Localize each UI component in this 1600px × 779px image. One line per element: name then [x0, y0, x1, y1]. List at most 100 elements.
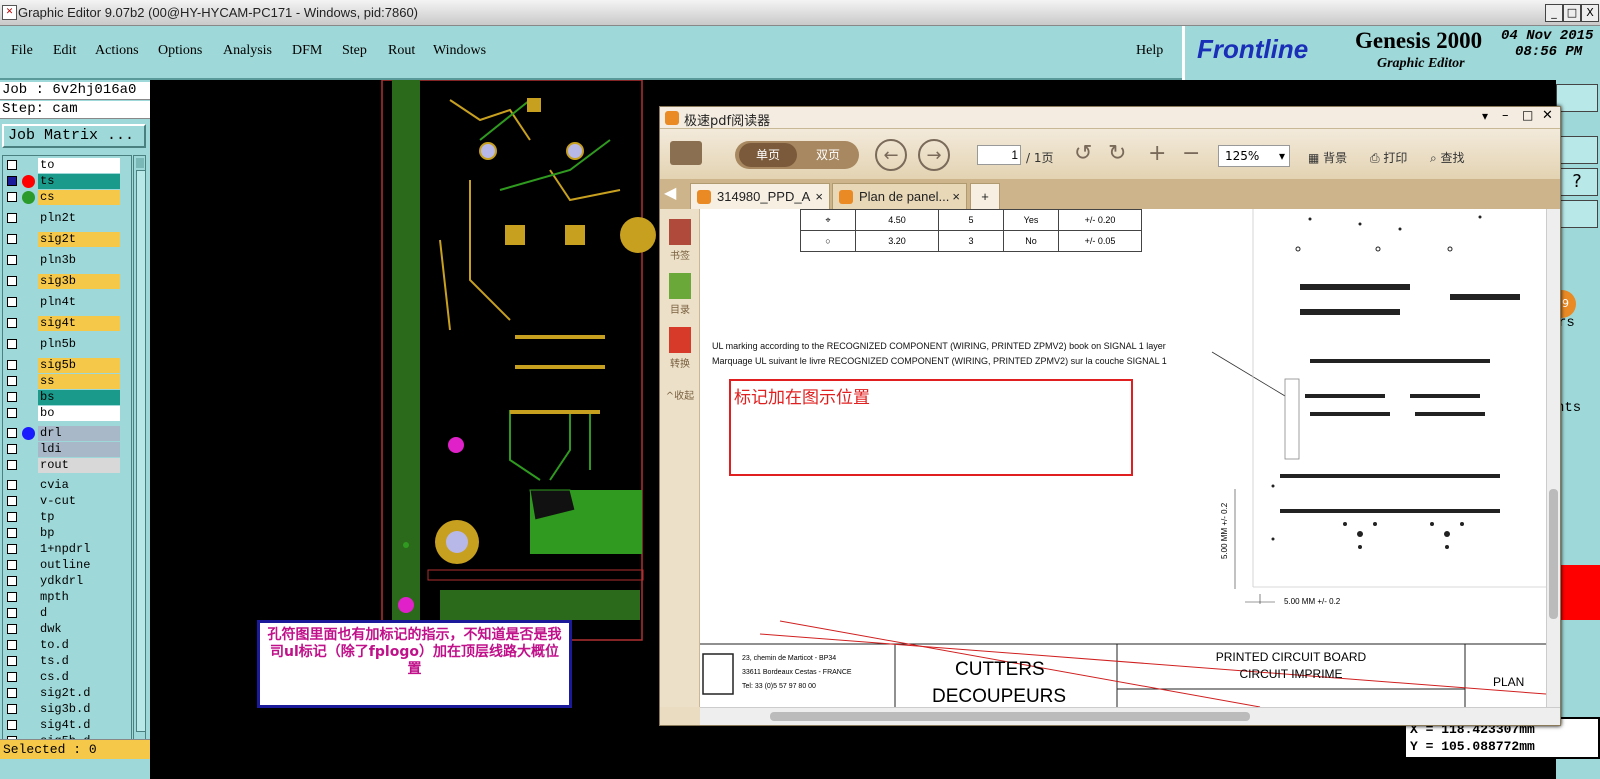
layer-name[interactable]: mpth [38, 590, 120, 605]
layer-row-ydkdrl[interactable]: ydkdrl [3, 574, 131, 589]
layer-row-drl[interactable]: drl [3, 426, 131, 441]
minimize-button[interactable]: _ [1545, 4, 1563, 22]
layer-row-rout[interactable]: rout [3, 458, 131, 473]
zoom-select[interactable]: 125% ▾ [1218, 145, 1290, 167]
layer-name[interactable]: pln4t [38, 295, 120, 310]
layer-name[interactable]: pln5b [38, 337, 120, 352]
layer-row-1-npdrl[interactable]: 1+npdrl [3, 542, 131, 557]
layer-row-sig4t[interactable]: sig4t [3, 316, 131, 331]
layer-checkbox[interactable] [7, 444, 17, 454]
menu-rout[interactable]: Rout [388, 43, 415, 59]
layer-checkbox[interactable] [7, 496, 17, 506]
pdf-horizontal-scrollbar[interactable] [700, 707, 1560, 725]
layer-row-to[interactable]: to [3, 158, 131, 173]
pdf-hscroll-thumb[interactable] [770, 712, 1250, 721]
menu-dfm[interactable]: DFM [292, 43, 322, 59]
layer-name[interactable]: sig3b.d [38, 702, 120, 717]
find-button[interactable]: ⌕ 查找 [1430, 149, 1465, 166]
layer-row-sig4t-d[interactable]: sig4t.d [3, 718, 131, 733]
menu-file[interactable]: File [11, 43, 33, 59]
zoom-in-icon[interactable]: + [1148, 141, 1166, 166]
layer-row-sig3b[interactable]: sig3b [3, 274, 131, 289]
layer-row-dwk[interactable]: dwk [3, 622, 131, 637]
pdf-vertical-scrollbar[interactable] [1546, 209, 1560, 707]
layer-row-pln4t[interactable]: pln4t [3, 295, 131, 310]
layer-name[interactable]: cs [38, 190, 120, 205]
layer-checkbox[interactable] [7, 720, 17, 730]
layer-checkbox[interactable] [7, 318, 17, 328]
pdf-minimize-icon[interactable]: – [1502, 108, 1509, 123]
pdf-close-icon[interactable]: ✕ [1542, 108, 1553, 123]
layer-name[interactable]: bs [38, 390, 120, 405]
layer-checkbox[interactable] [7, 276, 17, 286]
layer-name[interactable]: bp [38, 526, 120, 541]
layer-row-sig5b[interactable]: sig5b [3, 358, 131, 373]
layer-checkbox[interactable] [7, 360, 17, 370]
layer-checkbox[interactable] [7, 428, 17, 438]
layer-row-cs-d[interactable]: cs.d [3, 670, 131, 685]
tab-plan-de-panel[interactable]: Plan de panel... × [832, 183, 967, 209]
layer-name[interactable]: ss [38, 374, 120, 389]
layer-name[interactable]: sig2t.d [38, 686, 120, 701]
rotate-left-icon[interactable]: ↺ [1074, 141, 1092, 166]
pdf-menu-icon[interactable]: ▾ [1482, 109, 1488, 123]
layer-checkbox[interactable] [7, 640, 17, 650]
layer-checkbox[interactable] [7, 672, 17, 682]
layer-name[interactable]: to.d [38, 638, 120, 653]
layer-checkbox[interactable] [7, 592, 17, 602]
zoom-out-icon[interactable]: − [1182, 141, 1200, 166]
layer-name[interactable]: sig3b [38, 274, 120, 289]
open-folder-icon[interactable] [670, 141, 702, 165]
toolbar-button-1[interactable] [1556, 136, 1598, 164]
layer-name[interactable]: sig4t [38, 316, 120, 331]
close-button[interactable]: X [1581, 4, 1599, 22]
layer-checkbox[interactable] [7, 213, 17, 223]
layer-checkbox[interactable] [7, 528, 17, 538]
layer-row-ldi[interactable]: ldi [3, 442, 131, 457]
layer-checkbox[interactable] [7, 608, 17, 618]
layer-checkbox[interactable] [7, 512, 17, 522]
layer-name[interactable]: v-cut [38, 494, 120, 509]
layer-name[interactable]: 1+npdrl [38, 542, 120, 557]
menu-edit[interactable]: Edit [53, 43, 76, 59]
layer-row-sig2t-d[interactable]: sig2t.d [3, 686, 131, 701]
layer-name[interactable]: d [38, 606, 120, 621]
scroll-up-icon[interactable] [136, 158, 144, 168]
page-number-input[interactable] [977, 145, 1021, 165]
layer-row-bs[interactable]: bs [3, 390, 131, 405]
layer-checkbox[interactable] [7, 576, 17, 586]
layer-row-v-cut[interactable]: v-cut [3, 494, 131, 509]
collapse-button[interactable]: ^收起 [660, 387, 700, 402]
new-tab-button[interactable]: + [970, 183, 1000, 209]
convert-button[interactable]: 转换 [660, 327, 700, 370]
double-page-button[interactable]: 双页 [801, 143, 855, 167]
layer-checkbox[interactable] [7, 624, 17, 634]
rotate-right-icon[interactable]: ↻ [1108, 141, 1126, 166]
layer-name[interactable]: sig4t.d [38, 718, 120, 733]
menu-windows[interactable]: Windows [433, 43, 486, 59]
layer-name[interactable]: pln2t [38, 211, 120, 226]
layer-row-mpth[interactable]: mpth [3, 590, 131, 605]
layer-name[interactable]: ldi [38, 442, 120, 457]
layer-name[interactable]: sig2t [38, 232, 120, 247]
menu-options[interactable]: Options [158, 43, 202, 59]
layer-checkbox[interactable] [7, 408, 17, 418]
layer-name[interactable]: sig5b [38, 358, 120, 373]
layer-row-bp[interactable]: bp [3, 526, 131, 541]
menu-analysis[interactable]: Analysis [223, 43, 272, 59]
layer-checkbox[interactable] [7, 460, 17, 470]
layer-checkbox[interactable] [7, 376, 17, 386]
collapse-sidebar-icon[interactable]: ◀ [664, 183, 676, 202]
job-matrix-button[interactable]: Job Matrix ... [2, 124, 146, 148]
tab-close-icon[interactable]: × [952, 184, 960, 210]
layer-checkbox[interactable] [7, 704, 17, 714]
bookmark-button[interactable]: 书签 [660, 219, 700, 262]
scroll-thumb[interactable] [136, 170, 146, 732]
layer-row-cs[interactable]: cs [3, 190, 131, 205]
layer-row-ts[interactable]: ts [3, 174, 131, 189]
layer-checkbox[interactable] [7, 560, 17, 570]
next-page-icon[interactable]: → [918, 139, 950, 171]
background-button[interactable]: ▦ 背景 [1308, 149, 1347, 166]
layer-row-pln3b[interactable]: pln3b [3, 253, 131, 268]
layer-row-d[interactable]: d [3, 606, 131, 621]
